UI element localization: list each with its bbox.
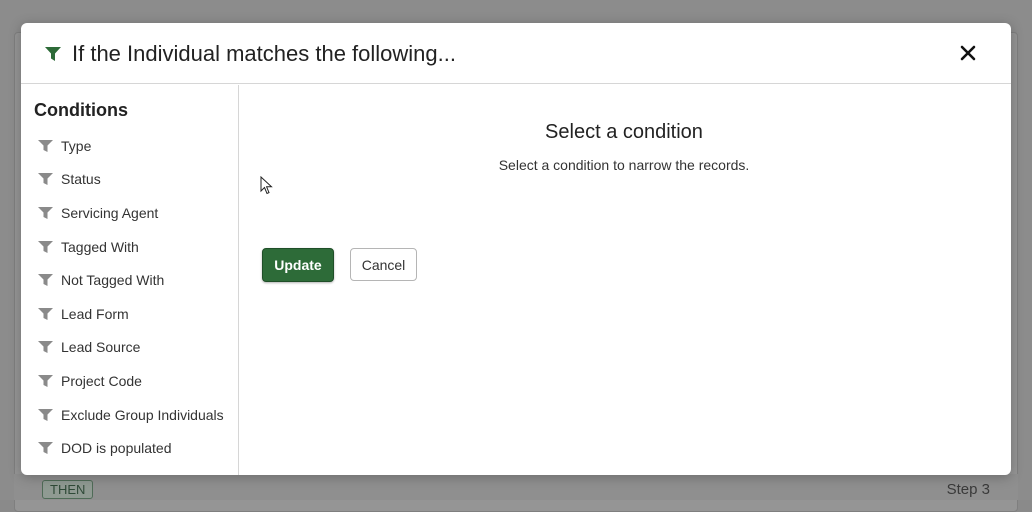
filter-icon xyxy=(38,408,53,421)
step-label: Step 3 xyxy=(946,481,990,498)
filter-icon xyxy=(38,307,53,320)
filter-icon xyxy=(38,206,53,219)
mouse-cursor-icon xyxy=(260,176,273,195)
condition-item[interactable]: Lead Source xyxy=(21,331,238,365)
condition-item[interactable]: Lead Form xyxy=(21,297,238,331)
filter-icon xyxy=(38,240,53,253)
condition-modal: If the Individual matches the following.… xyxy=(21,23,1011,475)
condition-item[interactable]: Not Tagged With xyxy=(21,263,238,297)
filter-icon xyxy=(38,374,53,387)
condition-label: Lead Form xyxy=(61,305,129,322)
then-badge: THEN xyxy=(42,480,94,499)
main-content: Select a condition Select a condition to… xyxy=(240,85,1011,475)
filter-icon xyxy=(38,274,53,287)
cancel-button[interactable]: Cancel xyxy=(350,248,417,281)
condition-label: Exclude Group Individuals xyxy=(61,406,224,423)
condition-item[interactable]: Status xyxy=(21,163,238,197)
condition-label: DOD is populated xyxy=(61,440,172,457)
filter-icon xyxy=(38,173,53,186)
condition-label: Tagged With xyxy=(61,238,139,255)
condition-item[interactable]: Project Code xyxy=(21,364,238,398)
modal-title: If the Individual matches the following.… xyxy=(72,41,456,66)
condition-label: Lead Source xyxy=(61,339,141,356)
condition-label: Not Tagged With xyxy=(61,272,165,289)
condition-label: Project Code xyxy=(61,372,142,389)
main-heading: Select a condition xyxy=(545,121,703,143)
main-subtext: Select a condition to narrow the records… xyxy=(498,157,750,173)
filter-icon xyxy=(38,139,53,152)
update-button[interactable]: Update xyxy=(262,248,334,282)
filter-icon xyxy=(38,442,53,455)
condition-label: Status xyxy=(61,171,101,188)
sidebar-title: Conditions xyxy=(34,100,128,120)
condition-item[interactable]: Exclude Group Individuals xyxy=(21,398,238,432)
background-footer xyxy=(14,474,1018,500)
condition-item[interactable]: DOD is populated xyxy=(21,431,238,465)
close-icon xyxy=(960,45,976,61)
conditions-list: Type Status Servicing Agent Tagged With Not … xyxy=(21,129,238,465)
condition-item[interactable]: Servicing Agent xyxy=(21,196,238,230)
filter-icon xyxy=(38,341,53,354)
condition-item[interactable]: Tagged With xyxy=(21,230,238,264)
conditions-sidebar: Conditions Type Status Servicing Agent Tagg… xyxy=(21,85,239,475)
modal-header: If the Individual matches the following.… xyxy=(21,23,1011,84)
condition-label: Type xyxy=(61,137,92,154)
filter-icon xyxy=(45,47,61,61)
condition-label: Servicing Agent xyxy=(61,204,159,221)
condition-item[interactable]: Type xyxy=(21,129,238,163)
close-button[interactable] xyxy=(955,40,981,66)
